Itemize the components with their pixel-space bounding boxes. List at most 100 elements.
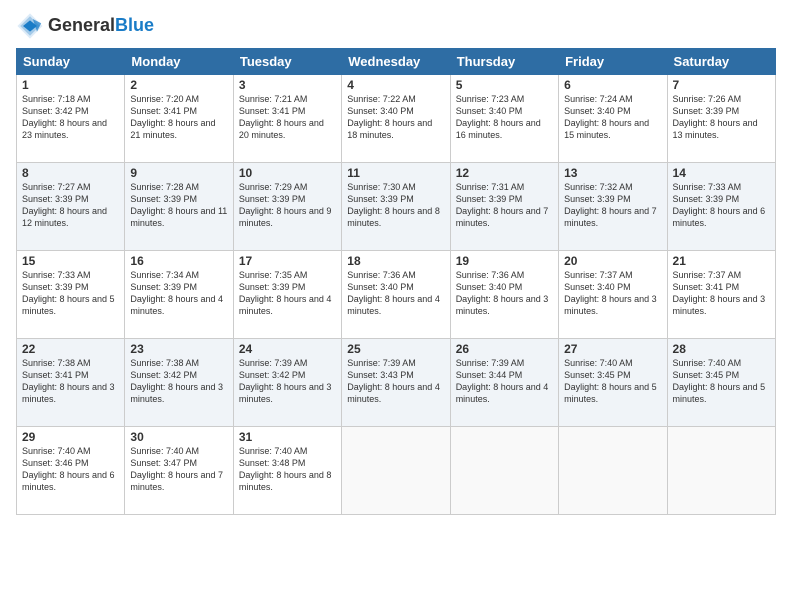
day-number: 24 [239,342,336,356]
cell-details: Sunrise: 7:33 AMSunset: 3:39 PMDaylight:… [22,269,119,318]
cell-details: Sunrise: 7:36 AMSunset: 3:40 PMDaylight:… [456,269,553,318]
day-number: 21 [673,254,770,268]
cell-details: Sunrise: 7:39 AMSunset: 3:42 PMDaylight:… [239,357,336,406]
calendar-cell: 19 Sunrise: 7:36 AMSunset: 3:40 PMDaylig… [450,251,558,339]
cell-details: Sunrise: 7:39 AMSunset: 3:43 PMDaylight:… [347,357,444,406]
weekday-header: Monday [125,49,233,75]
cell-details: Sunrise: 7:40 AMSunset: 3:46 PMDaylight:… [22,445,119,494]
day-number: 27 [564,342,661,356]
day-number: 28 [673,342,770,356]
day-number: 5 [456,78,553,92]
weekday-header: Tuesday [233,49,341,75]
day-number: 31 [239,430,336,444]
calendar-cell [667,427,775,515]
calendar-cell: 27 Sunrise: 7:40 AMSunset: 3:45 PMDaylig… [559,339,667,427]
day-number: 13 [564,166,661,180]
calendar-cell: 28 Sunrise: 7:40 AMSunset: 3:45 PMDaylig… [667,339,775,427]
cell-details: Sunrise: 7:34 AMSunset: 3:39 PMDaylight:… [130,269,227,318]
cell-details: Sunrise: 7:27 AMSunset: 3:39 PMDaylight:… [22,181,119,230]
day-number: 10 [239,166,336,180]
calendar-cell: 17 Sunrise: 7:35 AMSunset: 3:39 PMDaylig… [233,251,341,339]
calendar-table: SundayMondayTuesdayWednesdayThursdayFrid… [16,48,776,515]
calendar-cell: 21 Sunrise: 7:37 AMSunset: 3:41 PMDaylig… [667,251,775,339]
cell-details: Sunrise: 7:29 AMSunset: 3:39 PMDaylight:… [239,181,336,230]
calendar-cell: 20 Sunrise: 7:37 AMSunset: 3:40 PMDaylig… [559,251,667,339]
day-number: 22 [22,342,119,356]
day-number: 26 [456,342,553,356]
cell-details: Sunrise: 7:33 AMSunset: 3:39 PMDaylight:… [673,181,770,230]
day-number: 2 [130,78,227,92]
calendar-cell: 30 Sunrise: 7:40 AMSunset: 3:47 PMDaylig… [125,427,233,515]
cell-details: Sunrise: 7:21 AMSunset: 3:41 PMDaylight:… [239,93,336,142]
day-number: 1 [22,78,119,92]
logo-icon [16,12,44,40]
calendar-week-row: 22 Sunrise: 7:38 AMSunset: 3:41 PMDaylig… [17,339,776,427]
calendar-cell: 25 Sunrise: 7:39 AMSunset: 3:43 PMDaylig… [342,339,450,427]
day-number: 23 [130,342,227,356]
day-number: 9 [130,166,227,180]
calendar-cell: 29 Sunrise: 7:40 AMSunset: 3:46 PMDaylig… [17,427,125,515]
day-number: 12 [456,166,553,180]
calendar-cell: 1 Sunrise: 7:18 AMSunset: 3:42 PMDayligh… [17,75,125,163]
day-number: 4 [347,78,444,92]
day-number: 8 [22,166,119,180]
calendar-week-row: 1 Sunrise: 7:18 AMSunset: 3:42 PMDayligh… [17,75,776,163]
cell-details: Sunrise: 7:30 AMSunset: 3:39 PMDaylight:… [347,181,444,230]
cell-details: Sunrise: 7:31 AMSunset: 3:39 PMDaylight:… [456,181,553,230]
cell-details: Sunrise: 7:37 AMSunset: 3:40 PMDaylight:… [564,269,661,318]
calendar-cell: 5 Sunrise: 7:23 AMSunset: 3:40 PMDayligh… [450,75,558,163]
calendar-cell: 31 Sunrise: 7:40 AMSunset: 3:48 PMDaylig… [233,427,341,515]
logo: GeneralBlue [16,12,154,40]
day-number: 17 [239,254,336,268]
calendar-cell: 11 Sunrise: 7:30 AMSunset: 3:39 PMDaylig… [342,163,450,251]
calendar-cell: 7 Sunrise: 7:26 AMSunset: 3:39 PMDayligh… [667,75,775,163]
calendar-cell: 10 Sunrise: 7:29 AMSunset: 3:39 PMDaylig… [233,163,341,251]
calendar-week-row: 29 Sunrise: 7:40 AMSunset: 3:46 PMDaylig… [17,427,776,515]
calendar-cell: 3 Sunrise: 7:21 AMSunset: 3:41 PMDayligh… [233,75,341,163]
calendar-cell: 9 Sunrise: 7:28 AMSunset: 3:39 PMDayligh… [125,163,233,251]
calendar-cell: 22 Sunrise: 7:38 AMSunset: 3:41 PMDaylig… [17,339,125,427]
page: GeneralBlue SundayMondayTuesdayWednesday… [0,0,792,612]
calendar-cell: 26 Sunrise: 7:39 AMSunset: 3:44 PMDaylig… [450,339,558,427]
calendar-header-row: SundayMondayTuesdayWednesdayThursdayFrid… [17,49,776,75]
weekday-header: Saturday [667,49,775,75]
day-number: 11 [347,166,444,180]
calendar-week-row: 15 Sunrise: 7:33 AMSunset: 3:39 PMDaylig… [17,251,776,339]
weekday-header: Friday [559,49,667,75]
calendar-cell: 18 Sunrise: 7:36 AMSunset: 3:40 PMDaylig… [342,251,450,339]
cell-details: Sunrise: 7:35 AMSunset: 3:39 PMDaylight:… [239,269,336,318]
calendar-cell: 16 Sunrise: 7:34 AMSunset: 3:39 PMDaylig… [125,251,233,339]
day-number: 20 [564,254,661,268]
calendar-cell: 15 Sunrise: 7:33 AMSunset: 3:39 PMDaylig… [17,251,125,339]
calendar-cell: 2 Sunrise: 7:20 AMSunset: 3:41 PMDayligh… [125,75,233,163]
weekday-header: Sunday [17,49,125,75]
day-number: 7 [673,78,770,92]
cell-details: Sunrise: 7:37 AMSunset: 3:41 PMDaylight:… [673,269,770,318]
cell-details: Sunrise: 7:40 AMSunset: 3:48 PMDaylight:… [239,445,336,494]
weekday-header: Wednesday [342,49,450,75]
cell-details: Sunrise: 7:24 AMSunset: 3:40 PMDaylight:… [564,93,661,142]
header: GeneralBlue [16,12,776,40]
cell-details: Sunrise: 7:38 AMSunset: 3:41 PMDaylight:… [22,357,119,406]
cell-details: Sunrise: 7:38 AMSunset: 3:42 PMDaylight:… [130,357,227,406]
calendar-cell: 24 Sunrise: 7:39 AMSunset: 3:42 PMDaylig… [233,339,341,427]
calendar-week-row: 8 Sunrise: 7:27 AMSunset: 3:39 PMDayligh… [17,163,776,251]
calendar-cell [342,427,450,515]
cell-details: Sunrise: 7:36 AMSunset: 3:40 PMDaylight:… [347,269,444,318]
calendar-body: 1 Sunrise: 7:18 AMSunset: 3:42 PMDayligh… [17,75,776,515]
calendar-cell: 14 Sunrise: 7:33 AMSunset: 3:39 PMDaylig… [667,163,775,251]
day-number: 16 [130,254,227,268]
calendar-cell: 6 Sunrise: 7:24 AMSunset: 3:40 PMDayligh… [559,75,667,163]
day-number: 14 [673,166,770,180]
calendar-cell: 4 Sunrise: 7:22 AMSunset: 3:40 PMDayligh… [342,75,450,163]
cell-details: Sunrise: 7:32 AMSunset: 3:39 PMDaylight:… [564,181,661,230]
logo-text: GeneralBlue [48,16,154,36]
calendar-cell [559,427,667,515]
cell-details: Sunrise: 7:26 AMSunset: 3:39 PMDaylight:… [673,93,770,142]
day-number: 19 [456,254,553,268]
cell-details: Sunrise: 7:23 AMSunset: 3:40 PMDaylight:… [456,93,553,142]
day-number: 25 [347,342,444,356]
day-number: 3 [239,78,336,92]
cell-details: Sunrise: 7:28 AMSunset: 3:39 PMDaylight:… [130,181,227,230]
cell-details: Sunrise: 7:22 AMSunset: 3:40 PMDaylight:… [347,93,444,142]
